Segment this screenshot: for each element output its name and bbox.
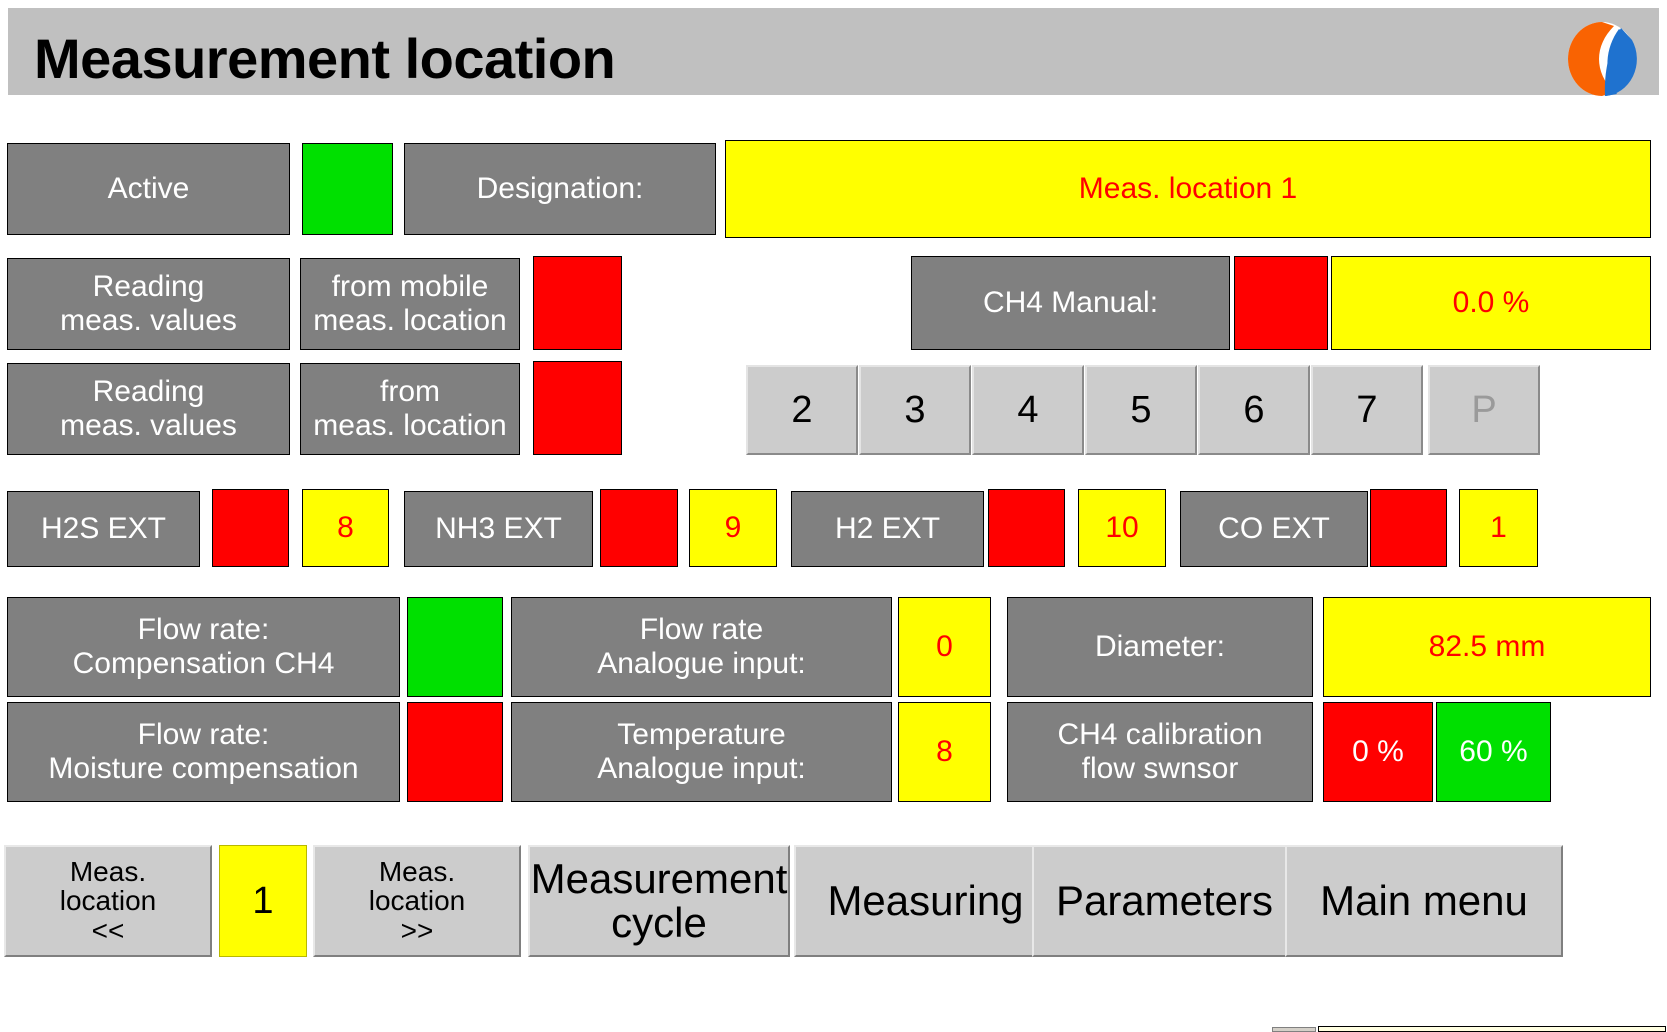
reading-meas-values-label-1[interactable]: Reading meas. values bbox=[7, 258, 290, 350]
measurement-cycle-button[interactable]: Measurement cycle bbox=[528, 845, 790, 957]
sensor-value-h2-ext[interactable]: 10 bbox=[1078, 489, 1166, 567]
sensor-status-co-ext[interactable] bbox=[1370, 489, 1447, 567]
flow-rate-analogue-input-label: Flow rate Analogue input: bbox=[511, 597, 892, 697]
from-mobile-meas-location-label[interactable]: from mobile meas. location bbox=[300, 258, 520, 350]
diameter-value-field[interactable]: 82.5 mm bbox=[1323, 597, 1651, 697]
sensor-label-nh3-ext[interactable]: NH3 EXT bbox=[404, 491, 593, 567]
temperature-analogue-input-value[interactable]: 8 bbox=[898, 702, 991, 802]
keypad-key-5[interactable]: 5 bbox=[1085, 365, 1197, 455]
tooltip-sliver bbox=[1318, 1026, 1666, 1032]
next-meas-location-button[interactable]: Meas. location >> bbox=[313, 845, 521, 957]
ch4-calibration-flow-sensor-label: CH4 calibration flow swnsor bbox=[1007, 702, 1313, 802]
sensor-label-h2-ext[interactable]: H2 EXT bbox=[791, 491, 984, 567]
prev-meas-location-button[interactable]: Meas. location << bbox=[4, 845, 212, 957]
reading-fixed-status-indicator[interactable] bbox=[533, 361, 622, 455]
flow-rate-compensation-ch4-label[interactable]: Flow rate: Compensation CH4 bbox=[7, 597, 400, 697]
sensor-status-nh3-ext[interactable] bbox=[600, 489, 678, 567]
keypad-key-4[interactable]: 4 bbox=[972, 365, 1084, 455]
reading-meas-values-label-2[interactable]: Reading meas. values bbox=[7, 363, 290, 455]
sensor-status-h2-ext[interactable] bbox=[988, 489, 1065, 567]
main-menu-button[interactable]: Main menu bbox=[1285, 845, 1563, 957]
meas-location-number-field[interactable]: 1 bbox=[219, 845, 307, 957]
active-status-indicator[interactable] bbox=[302, 143, 393, 235]
reading-mobile-status-indicator[interactable] bbox=[533, 256, 622, 350]
ch4-manual-value-field[interactable]: 0.0 % bbox=[1331, 256, 1651, 350]
sensor-value-nh3-ext[interactable]: 9 bbox=[689, 489, 777, 567]
ch4-calibration-low-value[interactable]: 0 % bbox=[1323, 702, 1433, 802]
flow-rate-moisture-compensation-label[interactable]: Flow rate: Moisture compensation bbox=[7, 702, 400, 802]
company-logo-icon bbox=[1564, 20, 1640, 98]
keypad-key-p: P bbox=[1428, 365, 1540, 455]
keypad-key-7[interactable]: 7 bbox=[1311, 365, 1423, 455]
keypad-key-2[interactable]: 2 bbox=[746, 365, 858, 455]
ch4-manual-status-indicator[interactable] bbox=[1234, 256, 1328, 350]
from-meas-location-label[interactable]: from meas. location bbox=[300, 363, 520, 455]
keypad-key-3[interactable]: 3 bbox=[859, 365, 971, 455]
parameters-button[interactable]: Parameters bbox=[1032, 845, 1297, 957]
ch4-calibration-high-value[interactable]: 60 % bbox=[1436, 702, 1551, 802]
measuring-button[interactable]: Measuring bbox=[794, 845, 1057, 957]
designation-value-field[interactable]: Meas. location 1 bbox=[725, 140, 1651, 238]
sensor-value-co-ext[interactable]: 1 bbox=[1459, 489, 1538, 567]
keypad-key-6[interactable]: 6 bbox=[1198, 365, 1310, 455]
sensor-label-co-ext[interactable]: CO EXT bbox=[1180, 491, 1368, 567]
sensor-value-h2s-ext[interactable]: 8 bbox=[302, 489, 389, 567]
diameter-label: Diameter: bbox=[1007, 597, 1313, 697]
page-title: Measurement location bbox=[34, 27, 616, 90]
ch4-manual-label: CH4 Manual: bbox=[911, 256, 1230, 350]
temperature-analogue-input-label: Temperature Analogue input: bbox=[511, 702, 892, 802]
title-bar: Measurement location bbox=[8, 8, 1659, 98]
sensor-label-h2s-ext[interactable]: H2S EXT bbox=[7, 491, 200, 567]
active-button[interactable]: Active bbox=[7, 143, 290, 235]
sensor-status-h2s-ext[interactable] bbox=[212, 489, 289, 567]
taskbar-chip bbox=[1272, 1027, 1316, 1032]
flow-rate-analogue-input-value[interactable]: 0 bbox=[898, 597, 991, 697]
designation-label: Designation: bbox=[404, 143, 716, 235]
flow-rate-moisture-status[interactable] bbox=[407, 702, 503, 802]
flow-rate-compensation-status[interactable] bbox=[407, 597, 503, 697]
